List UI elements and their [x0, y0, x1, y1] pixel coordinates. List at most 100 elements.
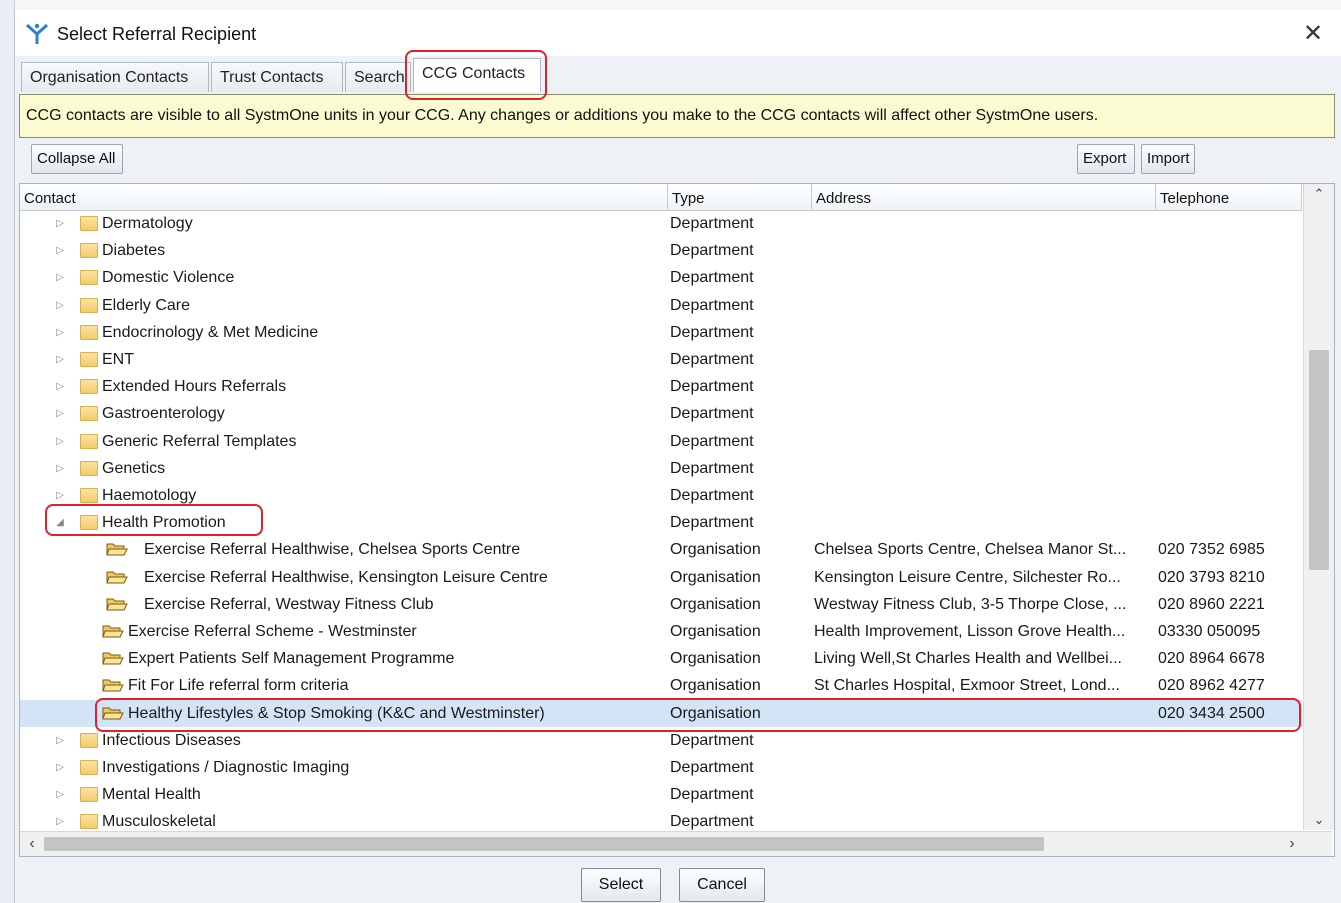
tree-row-organisation[interactable]: Fit For Life referral form criteria Organ… [20, 672, 1302, 699]
vertical-scrollbar[interactable]: ⌃ ⌄ [1303, 184, 1334, 830]
contact-type: Department [670, 432, 754, 450]
tree-row-department[interactable]: ▷ Gastroenterology Department [20, 400, 1302, 427]
collapse-arrow-icon[interactable]: ◢ [54, 509, 66, 536]
open-folder-icon [102, 678, 124, 693]
contact-address: Kensington Leisure Centre, Silchester Ro… [814, 568, 1121, 586]
expand-arrow-icon[interactable]: ▷ [54, 482, 66, 509]
contact-telephone: 020 7352 6985 [1158, 541, 1265, 559]
import-button[interactable]: Import [1141, 144, 1195, 174]
contact-address [814, 781, 1156, 808]
folder-icon [80, 732, 98, 748]
contact-type: Department [670, 378, 754, 396]
tree-row-department[interactable]: ▷ Infectious Diseases Department [20, 727, 1302, 754]
expand-arrow-icon[interactable]: ▷ [54, 346, 66, 373]
tree-row-department[interactable]: ▷ Domestic Violence Department [20, 264, 1302, 291]
tree-row-organisation[interactable]: Exercise Referral Healthwise, Kensington… [20, 564, 1302, 591]
expand-arrow-icon[interactable]: ▷ [54, 373, 66, 400]
contact-telephone: 020 3434 2500 [1158, 704, 1265, 722]
contact-type: Organisation [670, 623, 761, 640]
expand-arrow-icon[interactable]: ▷ [54, 781, 66, 808]
tree-row-department[interactable]: ▷ Extended Hours Referrals Department [20, 373, 1302, 400]
tree-row-department[interactable]: ▷ Elderly Care Department [20, 292, 1302, 319]
expand-arrow-icon[interactable]: ▷ [54, 264, 66, 291]
tree-row-department[interactable]: ▷ Diabetes Department [20, 237, 1302, 264]
folder-icon [80, 297, 98, 313]
contact-name: Dermatology [102, 215, 193, 232]
expand-arrow-icon[interactable]: ▷ [54, 319, 66, 346]
contact-name: Expert Patients Self Management Programm… [128, 650, 455, 668]
scroll-up-icon[interactable]: ⌃ [1304, 184, 1334, 204]
contact-name: Healthy Lifestyles & Stop Smoking (K&C a… [128, 704, 545, 722]
table-header: Contact Type Address Telephone [20, 184, 1302, 211]
column-header-telephone[interactable]: Telephone [1156, 184, 1302, 210]
tree-row-department[interactable]: ▷ Investigations / Diagnostic Imaging Depa… [20, 754, 1302, 781]
folder-icon [80, 270, 98, 286]
expand-arrow-icon[interactable]: ▷ [54, 428, 66, 455]
contact-name: Infectious Diseases [102, 731, 241, 749]
background-top [0, 0, 1341, 10]
vertical-scroll-thumb[interactable] [1309, 350, 1329, 570]
tab-search[interactable]: Search [345, 62, 411, 92]
expand-arrow-icon[interactable]: ▷ [54, 210, 66, 237]
contact-address [814, 509, 1156, 536]
contact-name: Elderly Care [102, 296, 191, 314]
select-referral-recipient-dialog: Select Referral Recipient ✕ Organisation… [14, 10, 1341, 903]
contact-address [814, 292, 1156, 319]
contact-address: Westway Fitness Club, 3-5 Thorpe Close, … [814, 595, 1127, 613]
contact-telephone [1158, 781, 1298, 808]
contact-name: Gastroenterology [102, 405, 225, 423]
cancel-button[interactable]: Cancel [679, 868, 765, 902]
expand-arrow-icon[interactable]: ▷ [54, 400, 66, 427]
contact-address [814, 455, 1156, 482]
horizontal-scrollbar[interactable]: ‹ › [20, 831, 1332, 856]
column-header-type[interactable]: Type [668, 184, 812, 210]
scroll-left-icon[interactable]: ‹ [22, 832, 42, 856]
tree-row-organisation[interactable]: Expert Patients Self Management Programm… [20, 645, 1302, 672]
tree-row-organisation[interactable]: Exercise Referral, Westway Fitness Club O… [20, 591, 1302, 618]
tab-ccg-contacts[interactable]: CCG Contacts [413, 58, 541, 92]
contact-type: Department [670, 786, 754, 804]
collapse-all-button[interactable]: Collapse All [31, 144, 123, 174]
tree-row-organisation[interactable]: Exercise Referral Scheme - Westminster Or… [20, 618, 1302, 645]
contact-name: Mental Health [102, 786, 201, 804]
contact-type: Department [670, 514, 754, 532]
horizontal-scroll-thumb[interactable] [44, 837, 1044, 851]
tree-row-organisation[interactable]: Healthy Lifestyles & Stop Smoking (K&C a… [20, 699, 1302, 727]
contact-type: Department [670, 759, 754, 776]
contact-type: Organisation [670, 568, 761, 586]
expand-arrow-icon[interactable]: ▷ [54, 292, 66, 319]
contact-name: Genetics [102, 459, 166, 477]
expand-arrow-icon[interactable]: ▷ [54, 237, 66, 264]
contact-telephone [1158, 455, 1298, 482]
contact-address [814, 237, 1156, 264]
contact-type: Department [670, 296, 754, 314]
tree-row-department[interactable]: ▷ Mental Health Department [20, 781, 1302, 808]
tree-row-department[interactable]: ◢ Health Promotion Department [20, 509, 1302, 536]
contact-telephone [1158, 509, 1298, 536]
tree-row-organisation[interactable]: Exercise Referral Healthwise, Chelsea Sp… [20, 536, 1302, 563]
contact-address: St Charles Hospital, Exmoor Street, Lond… [814, 677, 1120, 695]
tab-organisation-contacts[interactable]: Organisation Contacts [21, 62, 209, 92]
expand-arrow-icon[interactable]: ▷ [54, 727, 66, 754]
tree-row-department[interactable]: ▷ ENT Department [20, 346, 1302, 373]
tree-row-department[interactable]: ▷ Endocrinology & Met Medicine Department [20, 319, 1302, 346]
tree-row-department[interactable]: ▷ Dermatology Department [20, 210, 1302, 237]
tree-row-department[interactable]: ▷ Generic Referral Templates Department [20, 428, 1302, 455]
close-icon[interactable]: ✕ [1299, 20, 1327, 48]
export-button[interactable]: Export [1077, 144, 1135, 174]
column-header-contact[interactable]: Contact [20, 184, 668, 210]
column-header-address[interactable]: Address [812, 184, 1156, 210]
expand-arrow-icon[interactable]: ▷ [54, 455, 66, 482]
tree-row-department[interactable]: ▷ Genetics Department [20, 455, 1302, 482]
contact-type: Organisation [670, 677, 761, 695]
tab-trust-contacts[interactable]: Trust Contacts [211, 62, 343, 92]
expand-arrow-icon[interactable]: ▷ [54, 754, 66, 781]
tree-row-department[interactable]: ▷ Haemotology Department [20, 482, 1302, 509]
scroll-right-icon[interactable]: › [1282, 832, 1302, 856]
contact-address [814, 346, 1156, 373]
contact-name: Exercise Referral, Westway Fitness Club [144, 595, 434, 613]
info-bar: CCG contacts are visible to all SystmOne… [19, 94, 1335, 138]
folder-icon [80, 379, 98, 395]
scroll-down-icon[interactable]: ⌄ [1304, 810, 1334, 830]
select-button[interactable]: Select [581, 868, 661, 902]
